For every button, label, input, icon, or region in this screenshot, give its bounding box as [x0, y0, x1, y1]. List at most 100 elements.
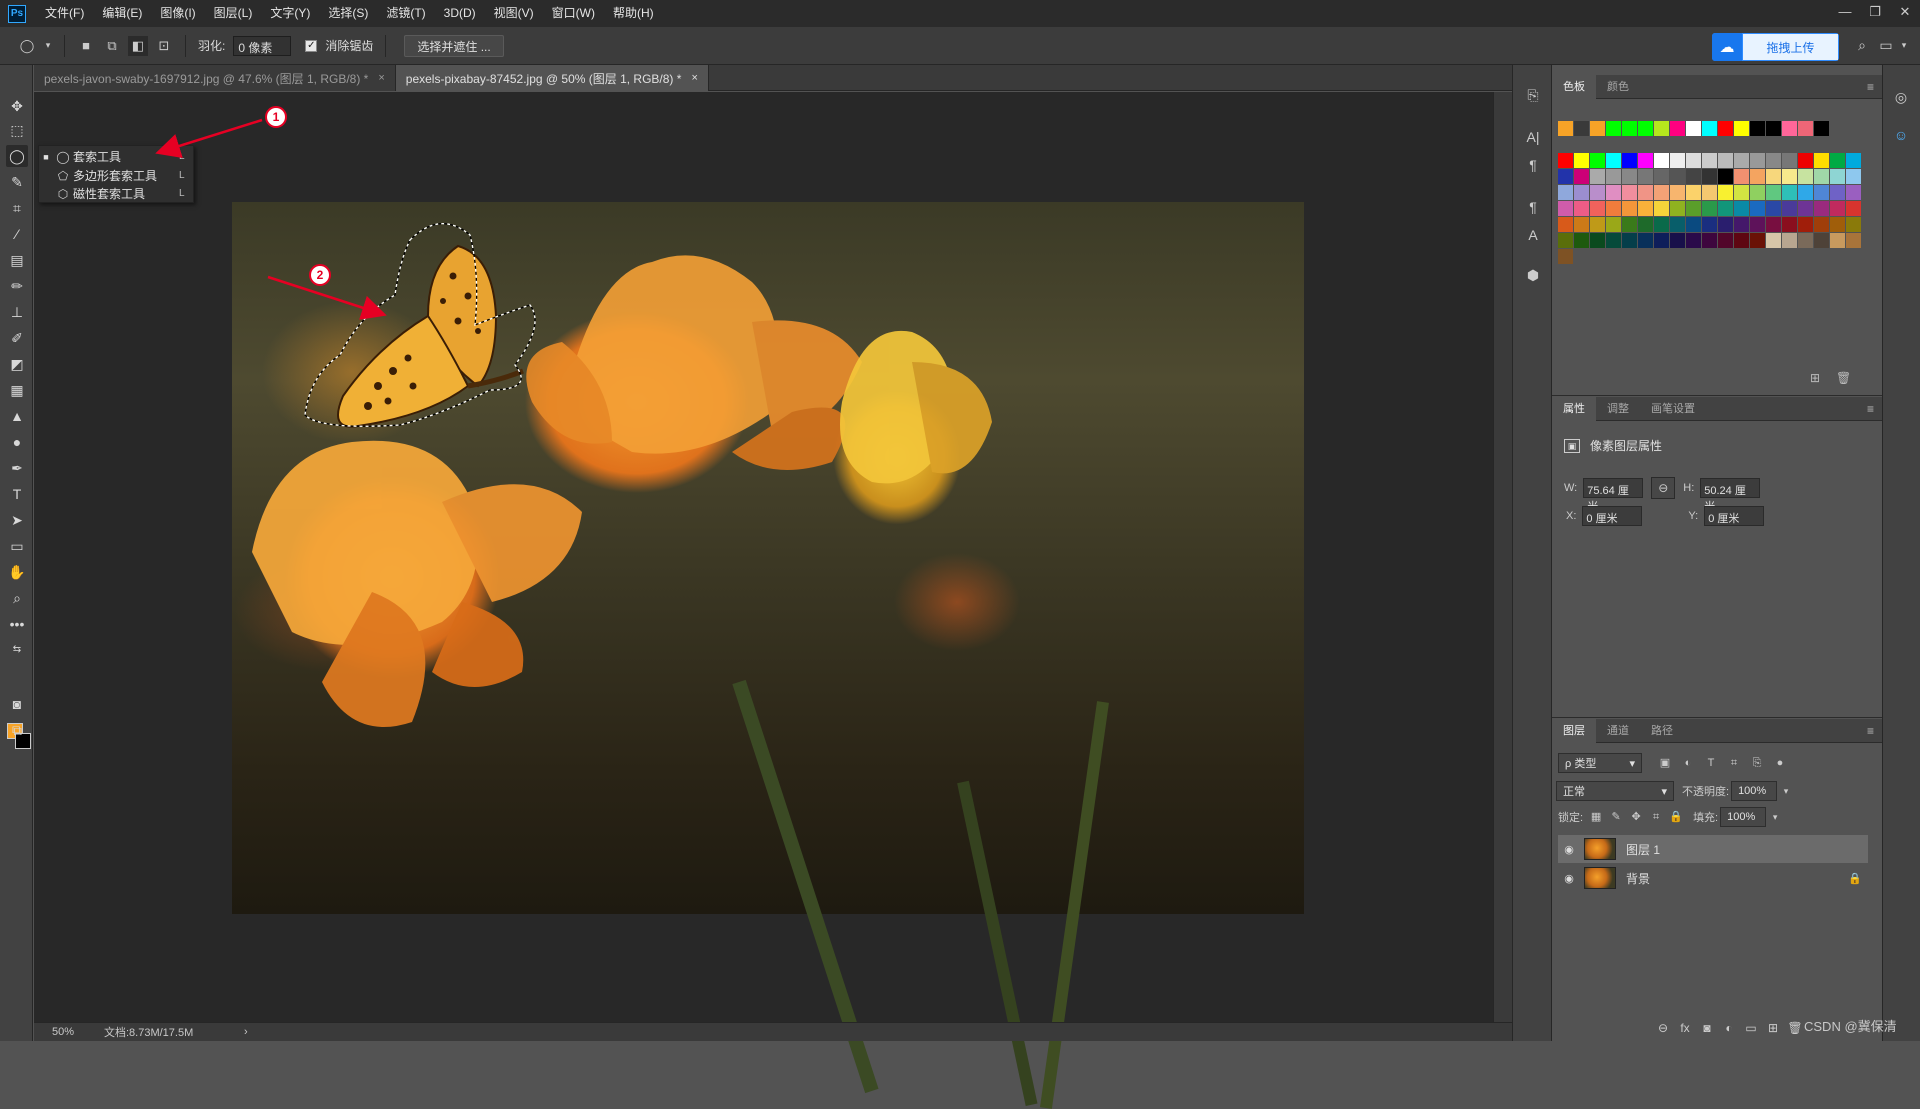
swatch[interactable]: [1670, 233, 1685, 248]
swatch[interactable]: [1590, 217, 1605, 232]
character-panel-icon[interactable]: A|: [1523, 127, 1543, 147]
link-icon[interactable]: ⊖: [1651, 477, 1676, 499]
swatch[interactable]: [1798, 153, 1813, 168]
swatch[interactable]: [1654, 217, 1669, 232]
swatch[interactable]: [1734, 185, 1749, 200]
filter-toggle-icon[interactable]: ●: [1771, 754, 1789, 772]
search-icon[interactable]: ⌕: [1850, 33, 1874, 57]
swatch[interactable]: [1622, 121, 1637, 136]
swatch[interactable]: [1558, 185, 1573, 200]
swatch[interactable]: [1830, 153, 1845, 168]
swatch[interactable]: [1702, 153, 1717, 168]
swatch[interactable]: [1686, 169, 1701, 184]
swatch[interactable]: [1830, 233, 1845, 248]
flyout-item-magnetic-lasso[interactable]: ⬡ 磁性套索工具 L: [39, 184, 195, 203]
new-selection-icon[interactable]: ■: [76, 36, 96, 56]
swatch[interactable]: [1782, 201, 1797, 216]
paragraph-style-icon[interactable]: ¶: [1523, 197, 1543, 217]
intersect-selection-icon[interactable]: ⊡: [154, 36, 174, 56]
panel-menu-icon[interactable]: ≡: [1867, 724, 1874, 738]
eyedropper-tool-icon[interactable]: ⁄: [6, 223, 28, 245]
swatch[interactable]: [1686, 233, 1701, 248]
quick-mask-icon[interactable]: ◙: [6, 693, 28, 715]
tab-document-2[interactable]: pexels-pixabay-87452.jpg @ 50% (图层 1, RG…: [395, 65, 709, 91]
lock-position-icon[interactable]: ✥: [1627, 808, 1645, 826]
tab-swatches[interactable]: 色板: [1552, 74, 1596, 99]
tab-paths[interactable]: 路径: [1640, 719, 1684, 743]
type-tool-icon[interactable]: T: [6, 483, 28, 505]
layer-row-background[interactable]: ◉ 背景 🔒: [1558, 864, 1868, 892]
menu-view[interactable]: 视图(V): [485, 0, 543, 27]
lock-transparent-icon[interactable]: ▦: [1587, 808, 1605, 826]
chevron-down-icon[interactable]: ▾: [1766, 808, 1784, 826]
swatch[interactable]: [1686, 153, 1701, 168]
new-layer-icon[interactable]: ⊞: [1762, 1021, 1784, 1035]
swatch[interactable]: [1654, 121, 1669, 136]
swatch[interactable]: [1558, 217, 1573, 232]
opacity-input[interactable]: 100%: [1731, 781, 1778, 801]
swatch[interactable]: [1830, 201, 1845, 216]
swatch[interactable]: [1798, 217, 1813, 232]
close-window-button[interactable]: ✕: [1890, 0, 1920, 27]
swatch[interactable]: [1798, 233, 1813, 248]
swatch[interactable]: [1782, 217, 1797, 232]
swatch[interactable]: [1574, 185, 1589, 200]
swatch[interactable]: [1718, 201, 1733, 216]
swatch[interactable]: [1670, 217, 1685, 232]
swatch[interactable]: [1574, 233, 1589, 248]
swatch[interactable]: [1606, 217, 1621, 232]
link-layers-icon[interactable]: ⊖: [1652, 1021, 1674, 1035]
swatch[interactable]: [1766, 169, 1781, 184]
swatch[interactable]: [1846, 201, 1861, 216]
filter-shape-icon[interactable]: ⌗: [1725, 754, 1743, 772]
tab-brush-settings[interactable]: 画笔设置: [1640, 397, 1706, 421]
select-and-mask-button[interactable]: 选择并遮住 ...: [404, 34, 504, 57]
swatch[interactable]: [1750, 169, 1765, 184]
swatch[interactable]: [1590, 169, 1605, 184]
tab-layers[interactable]: 图层: [1552, 718, 1596, 743]
swatch[interactable]: [1830, 169, 1845, 184]
swatch[interactable]: [1750, 217, 1765, 232]
swatch[interactable]: [1622, 217, 1637, 232]
x-input[interactable]: 0 厘米: [1582, 506, 1643, 526]
upload-button[interactable]: ☁ 拖拽上传: [1712, 33, 1839, 61]
swatch[interactable]: [1574, 153, 1589, 168]
swatch[interactable]: [1750, 233, 1765, 248]
swatch[interactable]: [1814, 217, 1829, 232]
blur-tool-icon[interactable]: ▲: [6, 405, 28, 427]
hand-tool-icon[interactable]: ✋: [6, 561, 28, 583]
lock-paint-icon[interactable]: ✎: [1607, 808, 1625, 826]
swatch[interactable]: [1782, 121, 1797, 136]
menu-file[interactable]: 文件(F): [36, 0, 93, 27]
minimize-button[interactable]: —: [1830, 0, 1860, 27]
visibility-eye-icon[interactable]: ◉: [1558, 843, 1580, 856]
tab-adjustments[interactable]: 调整: [1596, 397, 1640, 421]
quick-select-tool-icon[interactable]: ✎: [6, 171, 28, 193]
swatch[interactable]: [1590, 233, 1605, 248]
swatch[interactable]: [1814, 233, 1829, 248]
blend-mode-select[interactable]: 正常 ▾: [1556, 781, 1674, 801]
menu-edit[interactable]: 编辑(E): [93, 0, 151, 27]
filter-type-icon[interactable]: T: [1702, 754, 1720, 772]
filter-adjustment-icon[interactable]: ◐: [1679, 754, 1697, 772]
width-input[interactable]: 75.64 厘米: [1583, 478, 1644, 513]
swatch[interactable]: [1814, 201, 1829, 216]
swatch[interactable]: [1654, 233, 1669, 248]
lasso-preset-icon[interactable]: ◯: [17, 36, 37, 56]
swatch[interactable]: [1702, 185, 1717, 200]
swatch[interactable]: [1750, 185, 1765, 200]
swatch[interactable]: [1558, 169, 1573, 184]
close-icon[interactable]: ×: [691, 72, 697, 84]
swatch[interactable]: [1574, 121, 1589, 136]
antialias-checkbox[interactable]: ✓: [305, 39, 318, 52]
swatch[interactable]: [1686, 185, 1701, 200]
swatch[interactable]: [1638, 233, 1653, 248]
healing-brush-tool-icon[interactable]: ▤: [6, 249, 28, 271]
add-mask-icon[interactable]: ◙: [1696, 1021, 1718, 1035]
swatch[interactable]: [1670, 169, 1685, 184]
y-input[interactable]: 0 厘米: [1704, 506, 1765, 526]
dodge-tool-icon[interactable]: ●: [6, 431, 28, 453]
swatch[interactable]: [1814, 153, 1829, 168]
character-style-icon[interactable]: A: [1523, 225, 1543, 245]
swatch[interactable]: [1590, 121, 1605, 136]
